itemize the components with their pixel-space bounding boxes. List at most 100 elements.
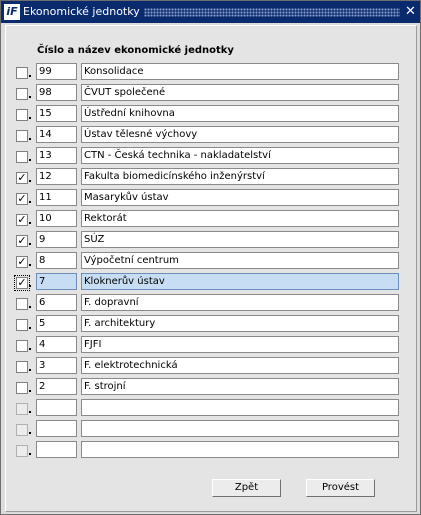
- unit-code-field[interactable]: 11: [36, 189, 77, 206]
- list-item[interactable]: ✓ 8 Výpočetní centrum: [14, 252, 404, 271]
- list-item[interactable]: [14, 399, 404, 418]
- list-item[interactable]: ✓ 11 Masarykův ústav: [14, 189, 404, 208]
- unit-name-field[interactable]: SÚZ: [81, 231, 399, 248]
- row-checkbox[interactable]: [16, 319, 28, 331]
- row-marker: [29, 327, 31, 329]
- unit-name-field[interactable]: Rektorát: [81, 210, 399, 227]
- unit-code-field[interactable]: 15: [36, 105, 77, 122]
- row-marker: [29, 222, 31, 224]
- unit-code-field[interactable]: 13: [36, 147, 77, 164]
- row-marker: [29, 264, 31, 266]
- row-checkbox[interactable]: ✓: [14, 275, 30, 291]
- unit-name-field[interactable]: Ústav tělesné výchovy: [81, 126, 399, 143]
- unit-code-field[interactable]: 14: [36, 126, 77, 143]
- unit-name-field[interactable]: Masarykův ústav: [81, 189, 399, 206]
- unit-name-field[interactable]: [81, 420, 399, 437]
- unit-name-field[interactable]: Fakulta biomedicínského inženýrství: [81, 168, 399, 185]
- list-item[interactable]: 6 F. dopravní: [14, 294, 404, 313]
- row-checkbox[interactable]: ✓: [16, 235, 28, 247]
- row-marker: [29, 432, 31, 434]
- list-item[interactable]: ✓ 9 SÚZ: [14, 231, 404, 250]
- unit-name-field[interactable]: CTN - Česká technika - nakladatelství: [81, 147, 399, 164]
- row-checkbox[interactable]: [16, 340, 28, 352]
- unit-code-field[interactable]: [36, 441, 77, 458]
- row-marker: [29, 306, 31, 308]
- window-title: Ekonomické jednotky: [23, 5, 140, 18]
- row-marker: [29, 138, 31, 140]
- list-item[interactable]: [14, 441, 404, 460]
- title-bar[interactable]: iF Ekonomické jednotky ✕: [1, 1, 420, 23]
- unit-code-field[interactable]: [36, 420, 77, 437]
- list-item[interactable]: 14 Ústav tělesné výchovy: [14, 126, 404, 145]
- unit-code-field[interactable]: 3: [36, 357, 77, 374]
- list-item[interactable]: 2 F. strojní: [14, 378, 404, 397]
- unit-code-field[interactable]: 98: [36, 84, 77, 101]
- list-item[interactable]: [14, 420, 404, 439]
- back-button[interactable]: Zpět: [212, 479, 281, 497]
- unit-code-field[interactable]: 2: [36, 378, 77, 395]
- row-checkbox[interactable]: ✓: [16, 193, 28, 205]
- row-checkbox[interactable]: [16, 424, 28, 436]
- row-checkbox[interactable]: [16, 382, 28, 394]
- row-marker: [29, 96, 31, 98]
- list-item[interactable]: 15 Ústřední knihovna: [14, 105, 404, 124]
- row-checkbox[interactable]: [16, 151, 28, 163]
- unit-code-field[interactable]: 9: [36, 231, 77, 248]
- unit-code-field[interactable]: 7: [36, 273, 77, 290]
- row-marker: [29, 285, 31, 287]
- row-checkbox[interactable]: [16, 88, 28, 100]
- run-button[interactable]: Provést: [306, 479, 375, 497]
- list-item[interactable]: ✓ 7 Kloknerův ústav: [14, 273, 404, 292]
- row-checkbox[interactable]: ✓: [16, 256, 28, 268]
- unit-name-field[interactable]: F. architektury: [81, 315, 399, 332]
- row-checkbox[interactable]: [16, 130, 28, 142]
- unit-name-field[interactable]: F. strojní: [81, 378, 399, 395]
- list-item[interactable]: 4 FJFI: [14, 336, 404, 355]
- row-marker: [29, 348, 31, 350]
- row-marker: [29, 117, 31, 119]
- unit-name-field[interactable]: F. elektrotechnická: [81, 357, 399, 374]
- list-item[interactable]: 99 Konsolidace: [14, 63, 404, 82]
- unit-name-field[interactable]: F. dopravní: [81, 294, 399, 311]
- row-marker: [29, 243, 31, 245]
- row-checkbox[interactable]: [16, 109, 28, 121]
- row-checkbox[interactable]: [16, 67, 28, 79]
- row-marker: [29, 75, 31, 77]
- unit-code-field[interactable]: 8: [36, 252, 77, 269]
- unit-name-field[interactable]: Konsolidace: [81, 63, 399, 80]
- title-grip: [144, 8, 400, 17]
- unit-name-field[interactable]: ČVUT společené: [81, 84, 399, 101]
- row-marker: [29, 369, 31, 371]
- unit-code-field[interactable]: 10: [36, 210, 77, 227]
- unit-name-field[interactable]: [81, 441, 399, 458]
- list-item[interactable]: ✓ 12 Fakulta biomedicínského inženýrství: [14, 168, 404, 187]
- row-marker: [29, 201, 31, 203]
- row-marker: [29, 411, 31, 413]
- row-checkbox[interactable]: [16, 361, 28, 373]
- app-icon: iF: [4, 4, 20, 20]
- row-checkbox[interactable]: [16, 298, 28, 310]
- unit-code-field[interactable]: 6: [36, 294, 77, 311]
- list-item[interactable]: ✓ 10 Rektorát: [14, 210, 404, 229]
- unit-name-field[interactable]: [81, 399, 399, 416]
- list-item[interactable]: 3 F. elektrotechnická: [14, 357, 404, 376]
- row-marker: [29, 453, 31, 455]
- list-item[interactable]: 98 ČVUT společené: [14, 84, 404, 103]
- list-item[interactable]: 13 CTN - Česká technika - nakladatelství: [14, 147, 404, 166]
- unit-code-field[interactable]: 4: [36, 336, 77, 353]
- row-marker: [29, 180, 31, 182]
- row-checkbox[interactable]: [16, 445, 28, 457]
- unit-code-field[interactable]: [36, 399, 77, 416]
- unit-name-field[interactable]: Kloknerův ústav: [81, 273, 399, 290]
- list-item[interactable]: 5 F. architektury: [14, 315, 404, 334]
- unit-code-field[interactable]: 12: [36, 168, 77, 185]
- unit-code-field[interactable]: 99: [36, 63, 77, 80]
- row-checkbox[interactable]: ✓: [16, 214, 28, 226]
- unit-code-field[interactable]: 5: [36, 315, 77, 332]
- close-icon[interactable]: ✕: [403, 4, 418, 20]
- row-checkbox[interactable]: ✓: [16, 172, 28, 184]
- unit-name-field[interactable]: FJFI: [81, 336, 399, 353]
- unit-name-field[interactable]: Výpočetní centrum: [81, 252, 399, 269]
- row-checkbox[interactable]: [16, 403, 28, 415]
- unit-name-field[interactable]: Ústřední knihovna: [81, 105, 399, 122]
